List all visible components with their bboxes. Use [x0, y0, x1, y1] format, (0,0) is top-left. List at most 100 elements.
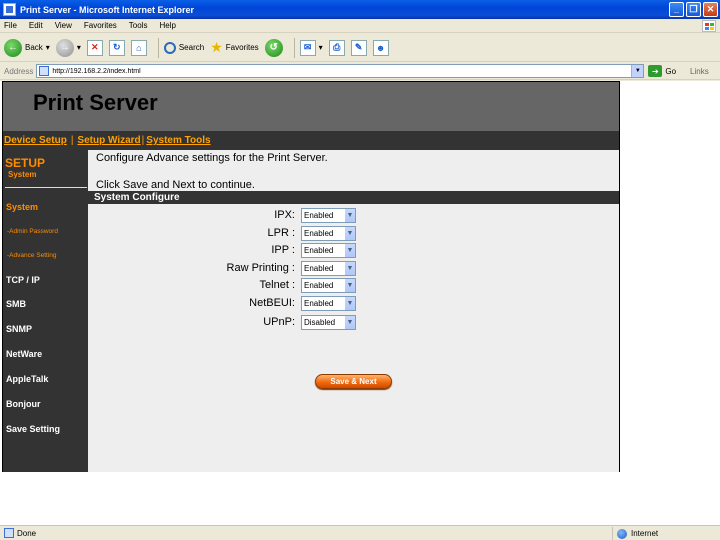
- menu-edit[interactable]: Edit: [23, 21, 49, 30]
- search-button[interactable]: Search: [163, 41, 204, 54]
- mail-dropdown-icon[interactable]: ▾: [319, 43, 323, 52]
- nav-setup-wizard[interactable]: Setup Wizard: [77, 135, 140, 146]
- setup-title: SETUP: [5, 156, 46, 170]
- ipx-select[interactable]: Enabled ▼: [301, 208, 356, 223]
- sidebar-divider: [5, 187, 87, 188]
- form-row-ipp: IPP : Enabled ▼: [88, 242, 619, 258]
- menu-help[interactable]: Help: [153, 21, 181, 30]
- toolbar-separator: [293, 37, 295, 58]
- toolbar: ← Back ▾ → ▾ ✕ ↻ ⌂ Search ★ Favorites ↺ …: [0, 34, 720, 62]
- select-value: Enabled: [304, 246, 334, 255]
- security-zone: Internet: [612, 527, 658, 540]
- page-done-icon: [4, 528, 14, 538]
- sidebar-item-save-setting[interactable]: Save Setting: [6, 424, 60, 434]
- history-button[interactable]: ↺: [264, 38, 283, 57]
- window-title: Print Server - Microsoft Internet Explor…: [20, 4, 195, 15]
- refresh-button[interactable]: ↻: [108, 39, 125, 56]
- edit-button[interactable]: ✎: [350, 39, 367, 56]
- chevron-down-icon: ▼: [344, 297, 355, 310]
- links-button[interactable]: Links: [690, 67, 709, 76]
- telnet-select[interactable]: Enabled ▼: [301, 278, 356, 293]
- messenger-icon: ☻: [372, 39, 389, 56]
- sidebar-heading: SETUP System: [5, 156, 45, 179]
- form-row-ipx: IPX: Enabled ▼: [88, 207, 619, 223]
- go-label: Go: [665, 66, 677, 76]
- chevron-down-icon: ▼: [344, 262, 355, 275]
- sidebar-item-appletalk[interactable]: AppleTalk: [6, 374, 48, 384]
- nav-separator: |: [141, 135, 145, 146]
- forward-button[interactable]: → ▾: [55, 38, 81, 57]
- sidebar-item-snmp[interactable]: SNMP: [6, 324, 32, 334]
- chevron-down-icon: ▼: [344, 209, 355, 222]
- sidebar-subitem-admin-password[interactable]: -Admin Password: [7, 228, 58, 235]
- section-title: System Configure: [88, 191, 619, 204]
- netbeui-select[interactable]: Enabled ▼: [301, 296, 356, 311]
- select-value: Enabled: [304, 281, 334, 290]
- title-bar: Print Server - Microsoft Internet Explor…: [0, 0, 720, 19]
- nav-system-tools[interactable]: System Tools: [146, 135, 210, 146]
- nav-separator: |: [70, 135, 74, 146]
- sidebar-item-bonjour[interactable]: Bonjour: [6, 399, 41, 409]
- form-row-raw-printing: Raw Printing : Enabled ▼: [88, 260, 619, 276]
- home-icon: ⌂: [130, 39, 147, 56]
- save-next-button[interactable]: Save & Next: [315, 374, 392, 389]
- sidebar-item-tcpip[interactable]: TCP / IP: [6, 275, 40, 285]
- refresh-icon: ↻: [108, 39, 125, 56]
- favorites-button[interactable]: ★ Favorites: [210, 39, 258, 56]
- minimize-button[interactable]: _: [669, 2, 684, 17]
- menu-file[interactable]: File: [0, 21, 23, 30]
- main-content: Configure Advance settings for the Print…: [88, 150, 619, 472]
- field-label: Raw Printing :: [226, 262, 295, 274]
- chevron-down-icon: ▼: [344, 316, 355, 329]
- sidebar-subitem-advance-setting[interactable]: -Advance Setting: [7, 252, 57, 259]
- address-dropdown-icon[interactable]: ▼: [631, 65, 644, 77]
- printer-icon: ⎙: [328, 39, 345, 56]
- stop-icon: ✕: [86, 39, 103, 56]
- stop-button[interactable]: ✕: [86, 39, 103, 56]
- mail-button[interactable]: ✉ ▾: [299, 39, 323, 56]
- lpr-select[interactable]: Enabled ▼: [301, 226, 356, 241]
- select-value: Enabled: [304, 299, 334, 308]
- sidebar: SETUP System System -Admin Password -Adv…: [3, 150, 88, 472]
- page-title: Print Server: [33, 90, 158, 115]
- ie-icon: [3, 3, 16, 16]
- form-row-telnet: Telnet : Enabled ▼: [88, 277, 619, 293]
- globe-icon: [617, 528, 627, 539]
- chevron-down-icon: ▼: [344, 244, 355, 257]
- menu-favorites[interactable]: Favorites: [78, 21, 123, 30]
- field-label: LPR :: [267, 227, 295, 239]
- forward-arrow-icon: →: [55, 38, 74, 57]
- menu-tools[interactable]: Tools: [123, 21, 154, 30]
- sidebar-item-netware[interactable]: NetWare: [6, 349, 42, 359]
- toolbar-separator: [157, 37, 159, 58]
- back-dropdown-icon[interactable]: ▾: [46, 43, 50, 52]
- home-button[interactable]: ⌂: [130, 39, 147, 56]
- ipp-select[interactable]: Enabled ▼: [301, 243, 356, 258]
- mail-icon: ✉: [299, 39, 316, 56]
- page-instruction: Click Save and Next to continue.: [96, 179, 255, 191]
- address-field[interactable]: ▼: [36, 64, 645, 78]
- status-text: Done: [17, 528, 37, 538]
- search-icon: [163, 41, 176, 54]
- upnp-select[interactable]: Disabled ▼: [301, 315, 356, 330]
- go-button[interactable]: ➔ Go: [648, 65, 676, 77]
- page-header: Print Server: [3, 82, 619, 131]
- top-nav: Device Setup | Setup Wizard | System Too…: [3, 131, 619, 150]
- address-input[interactable]: [52, 67, 623, 75]
- sidebar-item-system[interactable]: System: [6, 202, 38, 212]
- maximize-button[interactable]: ❐: [686, 2, 701, 17]
- print-button[interactable]: ⎙: [328, 39, 345, 56]
- setup-subtitle: System: [8, 170, 37, 179]
- nav-device-setup[interactable]: Device Setup: [4, 135, 67, 146]
- back-arrow-icon: ←: [4, 38, 22, 57]
- back-button[interactable]: ← Back ▾: [4, 38, 50, 57]
- window-controls: _ ❐ ✕: [669, 2, 718, 17]
- close-button[interactable]: ✕: [703, 2, 718, 17]
- messenger-button[interactable]: ☻: [372, 39, 389, 56]
- select-value: Enabled: [304, 264, 334, 273]
- forward-dropdown-icon[interactable]: ▾: [77, 43, 81, 52]
- edit-icon: ✎: [350, 39, 367, 56]
- sidebar-item-smb[interactable]: SMB: [6, 299, 26, 309]
- menu-view[interactable]: View: [49, 21, 78, 30]
- raw-printing-select[interactable]: Enabled ▼: [301, 261, 356, 276]
